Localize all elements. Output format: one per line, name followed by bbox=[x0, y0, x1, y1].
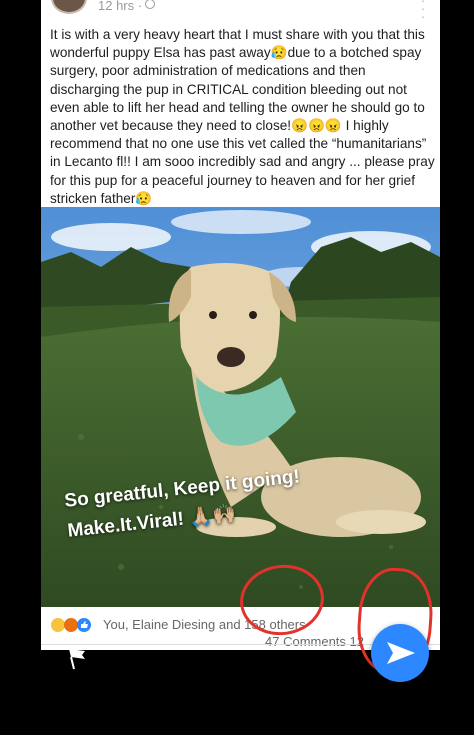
dog-photo-illustration bbox=[41, 207, 440, 607]
post-photo[interactable]: So greatful, Keep it going! Make.It.Vira… bbox=[41, 207, 440, 607]
post-card: 12 hrs · · · · It is with a very heavy hea… bbox=[41, 0, 440, 650]
post-text: It is with a very heavy heart that I mus… bbox=[50, 27, 435, 206]
comments-count[interactable]: 47 Comments 12 bbox=[265, 634, 364, 649]
post-header: 12 hrs · · · · bbox=[41, 0, 440, 23]
more-icon[interactable]: · · · bbox=[416, 0, 430, 23]
reaction-emojis-icon bbox=[51, 618, 91, 632]
flag-icon[interactable] bbox=[65, 645, 91, 671]
send-arrow-icon bbox=[387, 642, 415, 664]
globe-icon bbox=[145, 0, 155, 9]
share-fab-button[interactable] bbox=[371, 624, 429, 682]
avatar[interactable] bbox=[51, 0, 87, 14]
post-time: 12 hrs · bbox=[98, 0, 143, 13]
